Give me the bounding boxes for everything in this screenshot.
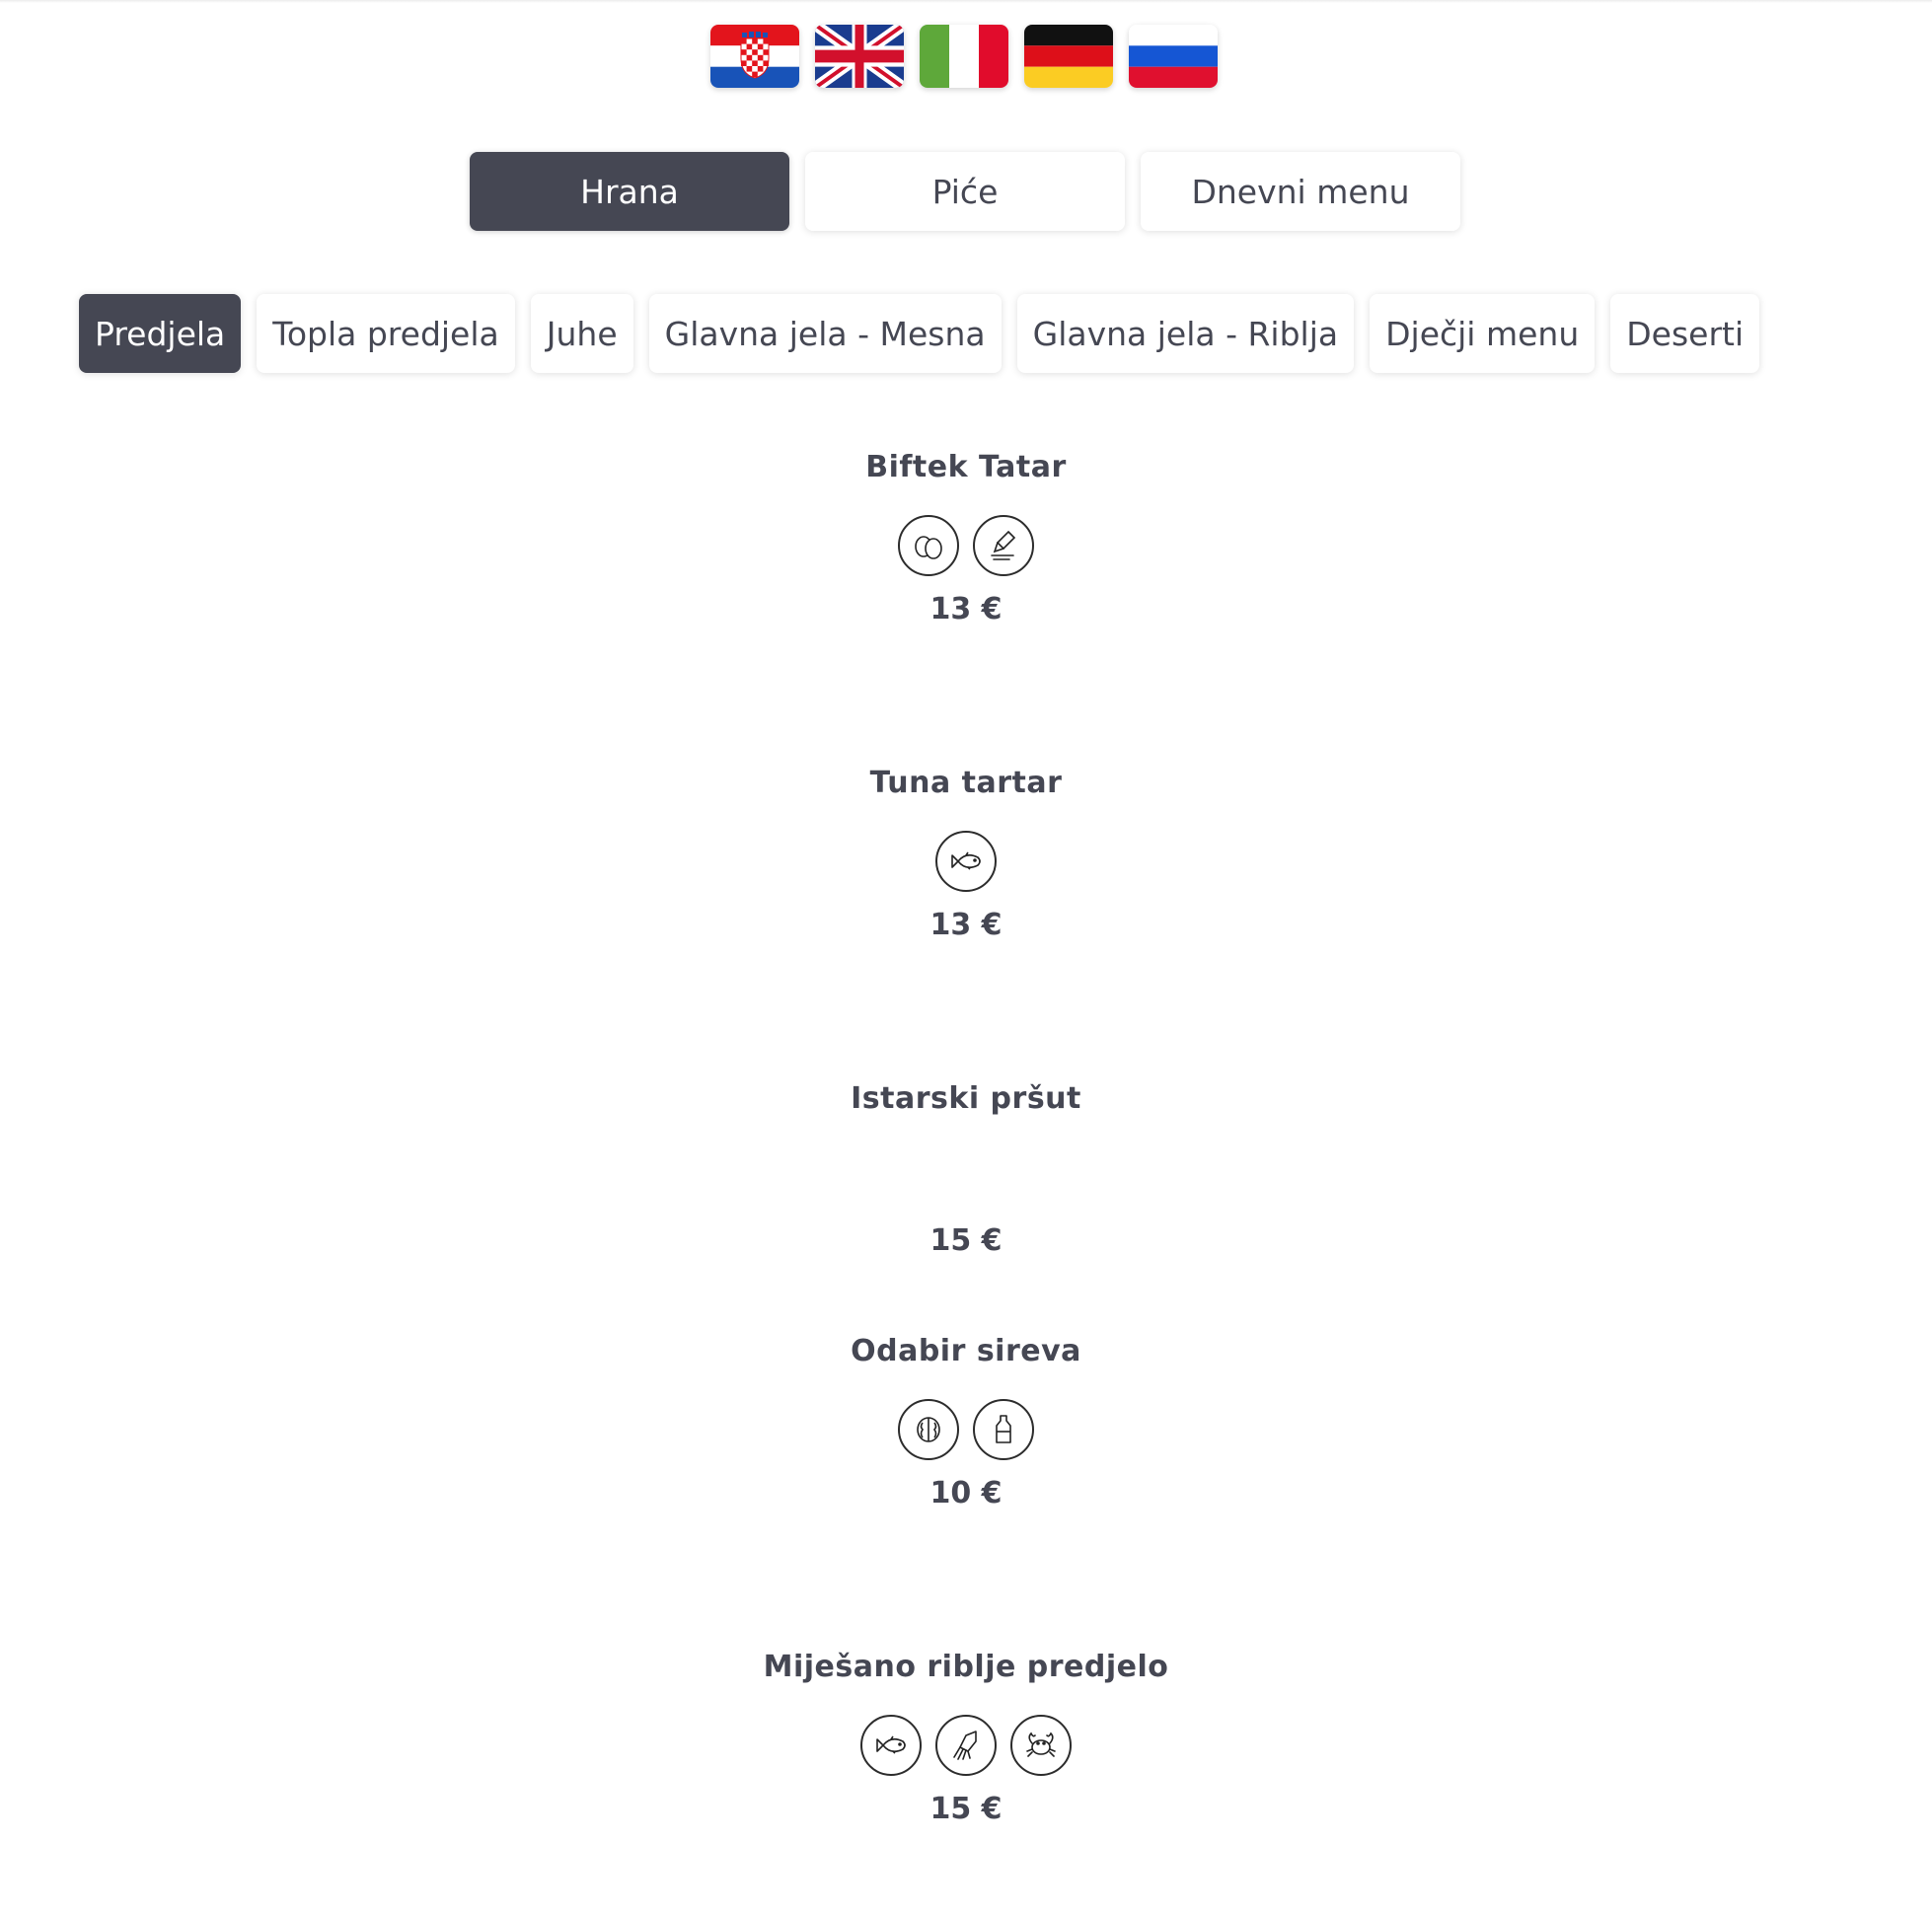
category-tabs: Predjela Topla predjela Juhe Glavna jela… — [79, 294, 1760, 373]
tab-hrana[interactable]: Hrana — [470, 152, 789, 231]
category-djecji-menu[interactable]: Dječji menu — [1370, 294, 1596, 373]
item-name: Odabir sireva — [851, 1334, 1081, 1368]
flag-croatia-icon[interactable] — [710, 25, 799, 88]
category-juhe[interactable]: Juhe — [530, 294, 633, 373]
item-price: 15 € — [929, 1223, 1003, 1258]
allergen-list — [0, 1399, 1932, 1464]
language-switcher — [710, 25, 1218, 88]
allergen-list — [0, 1146, 1932, 1212]
item-price: 13 € — [929, 592, 1003, 626]
tab-pice[interactable]: Piće — [805, 152, 1125, 231]
fish-icon — [935, 831, 997, 892]
milk-icon — [973, 1399, 1034, 1460]
item-name: Miješano riblje predjelo — [763, 1650, 1169, 1684]
crustacean-icon — [1010, 1715, 1072, 1776]
category-topla-predjela[interactable]: Topla predjela — [257, 294, 515, 373]
menu-item: Biftek Tatar 13 € — [0, 448, 1932, 629]
category-glavna-jela-riblja[interactable]: Glavna jela - Riblja — [1016, 294, 1355, 373]
allergen-list — [0, 515, 1932, 580]
menu-item: Miješano riblje predjelo 15 € — [0, 1648, 1932, 1829]
allergen-list — [0, 831, 1932, 896]
item-name: Tuna tartar — [869, 766, 1063, 800]
flag-uk-icon[interactable] — [815, 25, 904, 88]
flag-italy-icon[interactable] — [920, 25, 1008, 88]
item-name: Biftek Tatar — [865, 450, 1067, 484]
item-price: 13 € — [929, 908, 1003, 942]
item-price: 10 € — [929, 1476, 1003, 1511]
fish-icon — [860, 1715, 922, 1776]
flag-russia-icon[interactable] — [1129, 25, 1218, 88]
menu-item: Istarski pršut 15 € — [0, 1079, 1932, 1261]
item-price: 15 € — [929, 1792, 1003, 1826]
egg-icon — [898, 515, 959, 576]
category-predjela[interactable]: Predjela — [79, 294, 242, 373]
flag-germany-icon[interactable] — [1024, 25, 1113, 88]
category-deserti[interactable]: Deserti — [1610, 294, 1760, 373]
allergen-list — [0, 1715, 1932, 1780]
nuts-icon — [898, 1399, 959, 1460]
top-shadow — [0, 0, 1932, 3]
tab-dnevni-menu[interactable]: Dnevni menu — [1141, 152, 1460, 231]
menu-item: Odabir sireva 10 € — [0, 1332, 1932, 1513]
menu-item: Tuna tartar 13 € — [0, 764, 1932, 945]
category-glavna-jela-mesna[interactable]: Glavna jela - Mesna — [648, 294, 1002, 373]
main-tabs: Hrana Piće Dnevni menu — [470, 152, 1460, 231]
mustard-icon — [973, 515, 1034, 576]
mollusc-icon — [935, 1715, 997, 1776]
item-name: Istarski pršut — [851, 1081, 1081, 1116]
